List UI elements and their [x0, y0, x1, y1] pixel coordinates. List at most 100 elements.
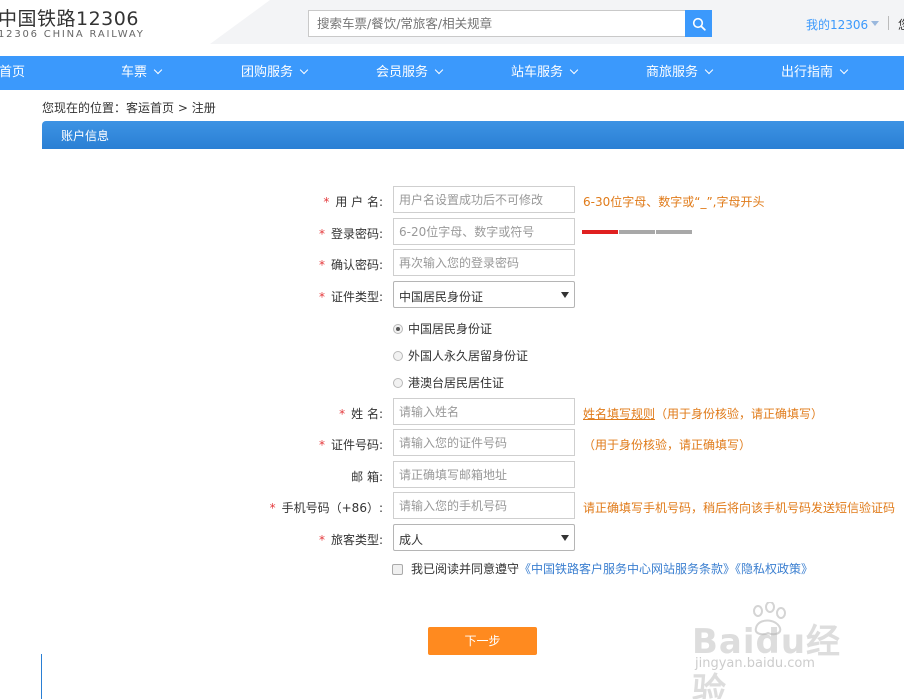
- nav-item-tickets[interactable]: 车票: [121, 56, 163, 90]
- chevron-down-icon: [704, 65, 714, 75]
- required-mark: *: [323, 195, 330, 209]
- email-field[interactable]: [393, 461, 575, 488]
- required-mark: *: [318, 438, 325, 452]
- label-text: 证件号码:: [330, 438, 383, 452]
- nav-item-station[interactable]: 站车服务: [511, 56, 579, 90]
- name-rules-link[interactable]: 姓名填写规则: [583, 407, 655, 421]
- radio-button[interactable]: [393, 324, 403, 334]
- breadcrumb-current: 注册: [191, 101, 216, 115]
- radio-button[interactable]: [393, 351, 403, 361]
- content-border: [41, 654, 42, 699]
- search-input[interactable]: [309, 11, 685, 36]
- name-label: * 姓 名:: [339, 405, 383, 422]
- caret-down-icon: [561, 292, 569, 298]
- id-type-label: * 证件类型:: [319, 288, 383, 305]
- radio-label: 港澳台居民居住证: [408, 376, 505, 390]
- nav-item-label: 车票: [121, 65, 148, 80]
- section-title: 账户信息: [61, 129, 110, 143]
- next-step-button[interactable]: 下一步: [428, 627, 537, 655]
- label-text: 登录密码:: [330, 227, 383, 241]
- label-text: 证件类型:: [330, 290, 383, 304]
- search-icon: [692, 17, 706, 31]
- nav-item-label: 团购服务: [241, 65, 294, 80]
- nav-item-member[interactable]: 会员服务: [376, 56, 444, 90]
- name-hint-text: （用于身份核验，请正确填写）: [655, 407, 824, 421]
- passenger-type-select[interactable]: 成人: [393, 524, 575, 551]
- username-hint: 6-30位字母、数字或“_”,字母开头: [583, 195, 765, 209]
- header-cut-text[interactable]: 您: [898, 16, 904, 33]
- search-button[interactable]: [685, 10, 712, 37]
- confirm-password-input[interactable]: [394, 250, 574, 275]
- password-field[interactable]: [393, 218, 575, 245]
- password-input[interactable]: [394, 219, 574, 244]
- name-input[interactable]: [394, 399, 574, 424]
- required-mark: *: [318, 258, 325, 272]
- passenger-type-value: 成人: [399, 533, 424, 547]
- strength-segment: [619, 230, 655, 234]
- label-text: 用 户 名:: [335, 195, 383, 209]
- nav-item-business[interactable]: 商旅服务: [646, 56, 714, 90]
- id-number-field[interactable]: [393, 429, 575, 456]
- label-text: 手机号码（+86）:: [281, 501, 383, 515]
- caret-down-icon: [561, 535, 569, 541]
- chevron-down-icon: [299, 65, 309, 75]
- id-number-hint: （用于身份核验，请正确填写）: [583, 438, 752, 452]
- logo-subtitle: 12306 CHINA RAILWAY: [0, 29, 145, 40]
- radio-label: 中国居民身份证: [408, 322, 493, 336]
- header: 中国铁路12306 12306 CHINA RAILWAY 我的12306 您: [0, 0, 904, 56]
- phone-input[interactable]: [394, 493, 574, 518]
- label-text: 确认密码:: [330, 258, 383, 272]
- id-type-select[interactable]: 中国居民身份证: [393, 281, 575, 308]
- strength-segment: [656, 230, 692, 234]
- username-input[interactable]: [394, 187, 574, 212]
- agree-checkbox[interactable]: [392, 564, 403, 575]
- chevron-down-icon: [434, 65, 444, 75]
- agreement-text: 我已阅读并同意遵守: [411, 562, 520, 576]
- my12306-link[interactable]: 我的12306: [806, 16, 868, 33]
- nav-item-home[interactable]: 首页: [0, 56, 25, 90]
- required-mark: *: [269, 501, 276, 515]
- radio-button[interactable]: [393, 378, 403, 388]
- id-option-2[interactable]: 外国人永久居留身份证: [393, 347, 528, 364]
- confirm-password-label: * 确认密码:: [319, 256, 383, 273]
- service-terms-link[interactable]: 《中国铁路客户服务中心网站服务条款》: [519, 562, 735, 576]
- nav-item-label: 首页: [0, 65, 26, 80]
- username-field[interactable]: [393, 186, 575, 213]
- passenger-type-label: * 旅客类型:: [319, 531, 383, 548]
- email-input[interactable]: [394, 462, 574, 487]
- email-label: 邮 箱:: [351, 468, 383, 485]
- nav-item-label: 站车服务: [511, 65, 564, 80]
- id-number-label: * 证件号码:: [319, 436, 383, 453]
- nav-item-label: 会员服务: [376, 65, 429, 80]
- id-option-3[interactable]: 港澳台居民居住证: [393, 374, 504, 391]
- phone-field[interactable]: [393, 492, 575, 519]
- strength-segment: [582, 230, 618, 234]
- nav-item-group[interactable]: 团购服务: [241, 56, 309, 90]
- watermark-url: jingyan.baidu.com: [695, 656, 815, 671]
- baidu-watermark: Baidu经验 jingyan.baidu.com: [692, 600, 872, 699]
- logo-title[interactable]: 中国铁路12306: [0, 4, 139, 31]
- id-option-1[interactable]: 中国居民身份证: [393, 320, 492, 337]
- label-text: 旅客类型:: [330, 533, 383, 547]
- label-text: 姓 名:: [351, 407, 383, 421]
- search-box[interactable]: [308, 10, 686, 37]
- required-mark: *: [318, 227, 325, 241]
- id-number-input[interactable]: [394, 430, 574, 455]
- required-mark: *: [318, 533, 325, 547]
- radio-label: 外国人永久居留身份证: [408, 349, 529, 363]
- name-field[interactable]: [393, 398, 575, 425]
- username-label: * 用 户 名:: [323, 193, 383, 210]
- chevron-down-icon: [839, 65, 849, 75]
- divider: [888, 16, 889, 30]
- privacy-policy-link[interactable]: 《隐私权政策》: [735, 562, 813, 576]
- chevron-down-icon[interactable]: [871, 21, 879, 26]
- nav-item-label: 出行指南: [781, 65, 834, 80]
- confirm-password-field[interactable]: [393, 249, 575, 276]
- password-label: * 登录密码:: [319, 225, 383, 242]
- required-mark: *: [318, 290, 325, 304]
- required-mark: *: [339, 407, 346, 421]
- label-text: 邮 箱:: [351, 470, 383, 484]
- breadcrumb-home-link[interactable]: 客运首页: [126, 101, 174, 115]
- nav-item-guide[interactable]: 出行指南: [781, 56, 849, 90]
- phone-label: * 手机号码（+86）:: [270, 499, 383, 516]
